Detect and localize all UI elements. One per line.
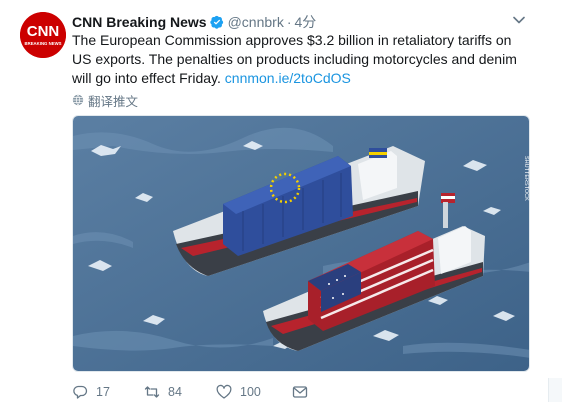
tweet-timestamp[interactable]: 4分: [295, 12, 317, 32]
cargo-ships-illustration: SHUTTERSTOCK: [73, 116, 529, 371]
page-edge: [548, 378, 562, 402]
author-name[interactable]: CNN Breaking News: [72, 14, 207, 30]
reply-icon: [73, 385, 88, 399]
like-button[interactable]: 100: [216, 384, 292, 400]
message-icon: [292, 386, 308, 398]
tweet-header: CNN Breaking News @cnnbrk · 4分: [72, 13, 316, 31]
globe-icon: [72, 94, 84, 106]
reply-count: 17: [96, 385, 110, 399]
tweet-card[interactable]: CNN BREAKING NEWS CNN Breaking News @cnn…: [0, 0, 548, 402]
cnn-logo-icon: CNN BREAKING NEWS: [20, 12, 66, 58]
verified-badge-icon: [209, 15, 223, 29]
avatar[interactable]: CNN BREAKING NEWS: [20, 12, 66, 58]
retweet-icon: [144, 386, 160, 398]
tweet-text: The European Commission approves $3.2 bi…: [72, 31, 532, 88]
tweet-link[interactable]: cnnmon.ie/2toCdOS: [225, 70, 351, 86]
like-icon: [216, 384, 232, 399]
translate-tweet-button[interactable]: 翻译推文: [72, 92, 139, 109]
image-credit: SHUTTERSTOCK: [523, 156, 529, 201]
avatar-logo-text: CNN: [27, 23, 60, 40]
direct-message-button[interactable]: [292, 384, 316, 400]
retweet-button[interactable]: 84: [144, 384, 216, 400]
reply-button[interactable]: 17: [72, 384, 144, 400]
author-handle[interactable]: @cnnbrk: [228, 14, 284, 30]
tweet-actions: 17 84 100: [72, 383, 316, 401]
separator-dot: ·: [286, 14, 292, 30]
translate-label: 翻译推文: [88, 94, 139, 109]
avatar-logo-subtext: BREAKING NEWS: [24, 41, 61, 46]
chevron-down-icon[interactable]: [513, 16, 525, 24]
tweet-image[interactable]: SHUTTERSTOCK: [72, 115, 530, 372]
retweet-count: 84: [168, 385, 182, 399]
like-count: 100: [240, 385, 261, 399]
